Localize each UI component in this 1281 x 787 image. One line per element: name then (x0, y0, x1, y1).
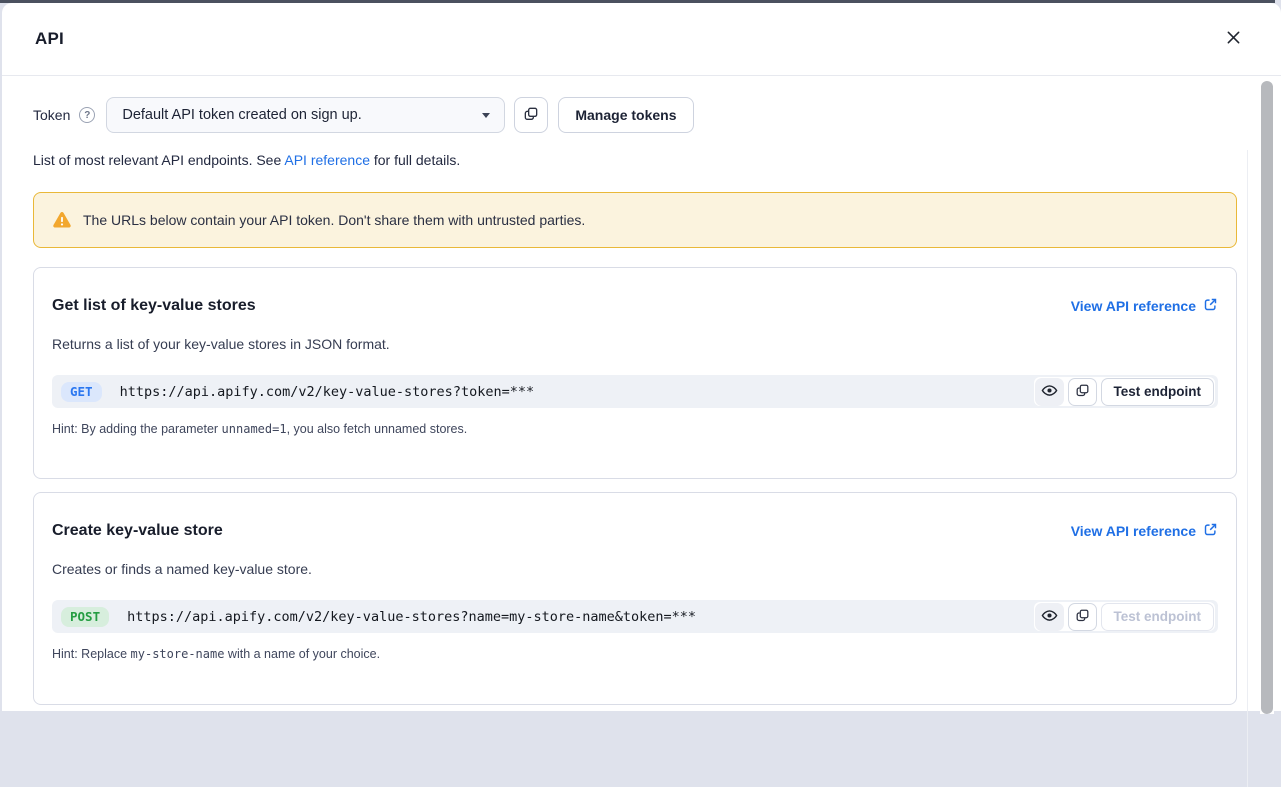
token-row: Token ? Default API token created on sig… (33, 97, 1237, 133)
copy-icon (1075, 383, 1090, 401)
hint-text-after: with a name of your choice. (224, 647, 380, 661)
intro-text-before: List of most relevant API endpoints. See (33, 152, 284, 168)
view-api-reference-link[interactable]: View API reference (1071, 297, 1218, 315)
eye-icon (1041, 382, 1058, 402)
modal-header: API (2, 3, 1281, 76)
manage-tokens-button[interactable]: Manage tokens (558, 97, 693, 133)
endpoint-url: https://api.apify.com/v2/key-value-store… (120, 384, 535, 400)
external-link-icon (1203, 297, 1218, 315)
view-api-reference-link[interactable]: View API reference (1071, 522, 1218, 540)
endpoint-url-bar: POST https://api.apify.com/v2/key-value-… (52, 600, 1218, 633)
endpoint-hint: Hint: By adding the parameter unnamed=1,… (52, 422, 1218, 436)
copy-url-button[interactable] (1068, 378, 1097, 406)
api-modal: API Token ? Default API token created on… (2, 3, 1281, 711)
warning-text: The URLs below contain your API token. D… (83, 212, 585, 228)
hint-text-before: Hint: By adding the parameter (52, 422, 222, 436)
endpoint-hint: Hint: Replace my-store-name with a name … (52, 647, 1218, 661)
view-api-reference-label: View API reference (1071, 523, 1196, 539)
card-head: Create key-value store View API referenc… (52, 522, 1218, 540)
scrollbar-thumb[interactable] (1261, 81, 1273, 714)
scroll-area-divider (1247, 150, 1248, 787)
token-dropdown-value: Default API token created on sign up. (122, 107, 361, 123)
endpoint-card-create-store: Create key-value store View API referenc… (33, 492, 1237, 705)
reveal-token-button[interactable] (1035, 378, 1064, 406)
hint-code: my-store-name (131, 647, 225, 661)
eye-icon (1041, 607, 1058, 627)
warning-icon (52, 211, 72, 229)
close-button[interactable] (1219, 25, 1247, 53)
url-bar-actions: Test endpoint (1034, 602, 1216, 631)
endpoint-card-get-list: Get list of key-value stores View API re… (33, 267, 1237, 479)
test-endpoint-button[interactable]: Test endpoint (1101, 378, 1215, 406)
help-icon[interactable]: ? (79, 107, 95, 123)
token-label: Token (33, 107, 70, 123)
card-head: Get list of key-value stores View API re… (52, 297, 1218, 315)
intro-text: List of most relevant API endpoints. See… (33, 152, 1237, 168)
card-title: Get list of key-value stores (52, 297, 256, 315)
intro-text-after: for full details. (370, 152, 460, 168)
copy-token-button[interactable] (514, 97, 548, 133)
reveal-token-button[interactable] (1035, 603, 1064, 631)
close-icon (1224, 28, 1243, 50)
url-bar-actions: Test endpoint (1034, 377, 1216, 406)
copy-url-button[interactable] (1068, 603, 1097, 631)
hint-text-after: , you also fetch unnamed stores. (287, 422, 468, 436)
hint-text-before: Hint: Replace (52, 647, 131, 661)
view-api-reference-label: View API reference (1071, 298, 1196, 314)
copy-icon (1075, 608, 1090, 626)
api-reference-link[interactable]: API reference (284, 152, 370, 168)
method-badge: GET (61, 382, 102, 402)
external-link-icon (1203, 522, 1218, 540)
test-endpoint-button[interactable]: Test endpoint (1101, 603, 1215, 631)
chevron-down-icon (482, 113, 490, 118)
endpoint-url-bar: GET https://api.apify.com/v2/key-value-s… (52, 375, 1218, 408)
card-description: Creates or finds a named key-value store… (52, 561, 1218, 577)
scrollbar[interactable] (1260, 80, 1274, 714)
token-dropdown[interactable]: Default API token created on sign up. (106, 97, 505, 133)
modal-body: Token ? Default API token created on sig… (2, 76, 1281, 711)
card-description: Returns a list of your key-value stores … (52, 336, 1218, 352)
warning-banner: The URLs below contain your API token. D… (33, 192, 1237, 248)
method-badge: POST (61, 607, 109, 627)
modal-title: API (35, 29, 64, 49)
card-title: Create key-value store (52, 522, 223, 540)
window-top-edge (0, 0, 1275, 3)
hint-code: unnamed=1 (222, 422, 287, 436)
copy-icon (523, 106, 539, 125)
endpoint-url: https://api.apify.com/v2/key-value-store… (127, 609, 696, 625)
